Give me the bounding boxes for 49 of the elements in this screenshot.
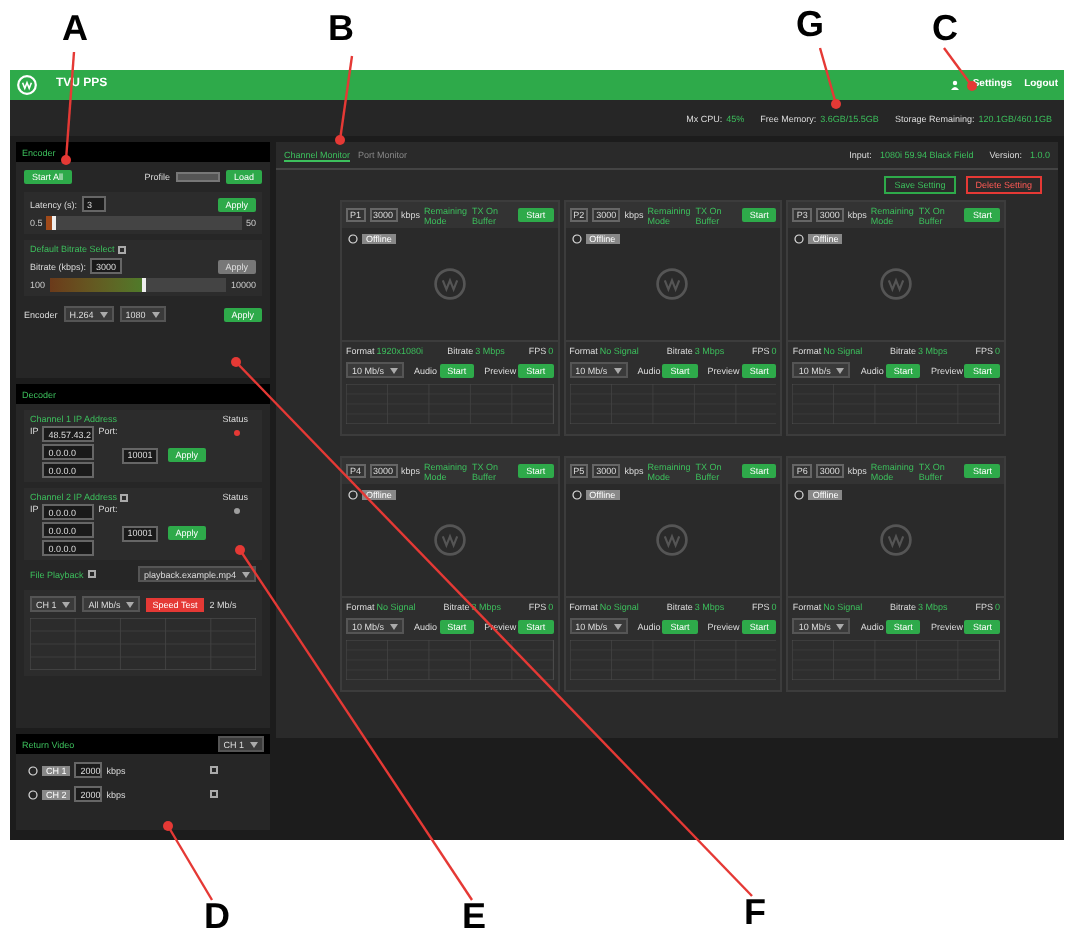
power-icon xyxy=(571,234,582,244)
caret-icon xyxy=(250,741,258,747)
callout-letter: C xyxy=(932,8,958,48)
logo-icon xyxy=(654,522,691,558)
power-icon xyxy=(571,490,582,500)
leader-line xyxy=(335,55,354,145)
leader-line xyxy=(943,47,977,91)
caret-icon xyxy=(613,367,622,373)
slider-thumb[interactable] xyxy=(52,216,57,230)
checkbox[interactable] xyxy=(210,790,218,798)
caret-icon xyxy=(242,571,250,577)
leader-line xyxy=(818,47,841,109)
user-icon[interactable] xyxy=(950,80,961,90)
callout-letter: F xyxy=(744,892,766,932)
callout-letter: E xyxy=(462,896,487,936)
checkbox[interactable] xyxy=(120,493,129,501)
logo-icon xyxy=(16,74,38,96)
power-icon[interactable] xyxy=(28,765,38,775)
caret-icon xyxy=(390,367,399,373)
power-icon xyxy=(794,234,805,244)
caret-icon xyxy=(836,623,845,629)
checkbox[interactable] xyxy=(210,766,218,774)
caret-icon xyxy=(62,601,71,607)
checkbox[interactable] xyxy=(87,570,96,578)
power-icon xyxy=(348,490,358,500)
power-icon xyxy=(794,490,805,500)
caret-icon xyxy=(390,623,399,629)
caret-icon xyxy=(99,311,108,317)
logo-icon xyxy=(431,522,468,558)
caret-icon xyxy=(151,311,160,317)
caret-icon xyxy=(126,601,135,607)
power-icon xyxy=(348,234,358,244)
callout-letter: A xyxy=(62,8,88,48)
callout-letter: B xyxy=(328,8,354,48)
profile-dropdown[interactable] xyxy=(175,172,220,182)
leader-line xyxy=(163,821,214,901)
logo-icon xyxy=(878,266,915,302)
power-icon[interactable] xyxy=(28,789,38,799)
slider-thumb[interactable] xyxy=(141,278,146,292)
slider-track[interactable] xyxy=(49,278,227,292)
logo-icon xyxy=(431,266,468,302)
caret-icon xyxy=(836,367,845,373)
callout-letter: D xyxy=(204,896,230,936)
callout-letter: G xyxy=(796,4,825,44)
caret-icon xyxy=(613,623,622,629)
checkbox[interactable] xyxy=(118,245,127,253)
logo-icon xyxy=(654,266,691,302)
slider-track[interactable] xyxy=(46,216,242,230)
logo-icon xyxy=(878,522,915,558)
